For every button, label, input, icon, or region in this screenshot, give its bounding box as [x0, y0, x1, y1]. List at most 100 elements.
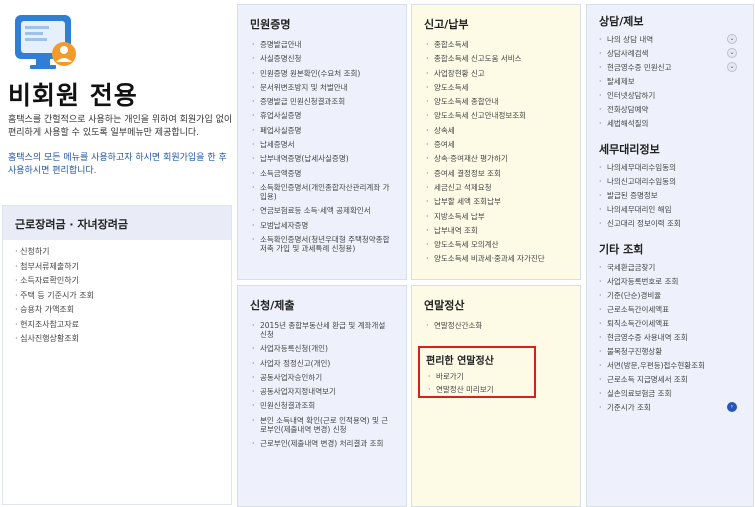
menu-link[interactable]: 사실증명신청 — [252, 54, 394, 63]
menu-link[interactable]: 근로소득 지급명세서 조회 — [599, 375, 743, 384]
signup-note[interactable]: 홈택스의 모든 메뉴를 사용하고자 하시면 회원가입을 한 후 사용하시면 편리… — [8, 152, 233, 178]
menu-link[interactable]: 근로소득간이세액표 — [599, 305, 743, 314]
menu-link[interactable]: 납부내역 조회 — [426, 226, 568, 235]
menu-link[interactable]: 서면(방문,우편등)접수현황조회 — [599, 361, 743, 370]
menu-link[interactable]: 종합소득세 신고도움 서비스 — [426, 54, 568, 63]
menu-link[interactable]: 나의신고대리수임동의 — [599, 177, 743, 186]
menu-link[interactable]: 발급된 증명정보 — [599, 191, 743, 200]
menu-link[interactable]: 연금보험료등 소득·세액 공제확인서 — [252, 206, 394, 215]
menu-link[interactable]: 사업자 정정신고(개인) — [252, 359, 394, 368]
consult-menu: 나의 상담 내역⌄ 상담사례검색⌄ 현금영수증 민원신고⌄ 탈세제보 인터넷상담… — [587, 33, 753, 128]
menu-link[interactable]: 양도소득세 — [426, 83, 568, 92]
tax-report-column: 신고/납부 종합소득세 종합소득세 신고도움 서비스 사업장현황 신고 양도소득… — [411, 4, 581, 280]
menu-link[interactable]: 본인 소득내역 확인(근로 인적용역) 및 근로부인(제출내역 변경) 신청 — [252, 416, 394, 434]
agent-title: 세무대리정보 — [599, 143, 660, 156]
menu-link[interactable]: 퇴직소득간이세액표 — [599, 319, 743, 328]
column-menu: 증명발급안내 사실증명신청 민원증명 원본확인(수요처 조회) 문서위변조방지 … — [238, 38, 406, 253]
convenient-yearend-box: 편리한 연말정산 바로가기 연말정산 미리보기 — [418, 346, 536, 398]
chevron-down-icon[interactable]: ⌄ — [727, 62, 737, 72]
menu-link[interactable]: 양도소득세 신고안내정보조회 — [426, 111, 568, 120]
menu-link[interactable]: 양도소득세 모의계산 — [426, 240, 568, 249]
menu-link[interactable]: 불복청구진행상황 — [599, 347, 743, 356]
earned-income-panel: 근로장려금 · 자녀장려금 신청하기 첨부서류제출하기 소득자료확인하기 주택 … — [2, 205, 232, 505]
column-title: 민원증명 — [250, 18, 291, 31]
menu-link[interactable]: 세법해석질의 — [599, 119, 743, 128]
menu-link[interactable]: 실손의료보험금 조회 — [599, 389, 743, 398]
menu-link[interactable]: 2015년 종합부동산세 환급 및 계좌개설 신청 — [252, 321, 394, 339]
menu-link[interactable]: 증명발급안내 — [252, 40, 394, 49]
menu-link[interactable]: 기준(단순)경비율 — [599, 291, 743, 300]
menu-link[interactable]: 현금영수증 민원신고⌄ — [599, 62, 743, 72]
hometax-logo — [12, 12, 82, 72]
menu-link[interactable]: 상담사례검색⌄ — [599, 48, 743, 58]
menu-link[interactable]: 사업자등록번호로 조회 — [599, 277, 743, 286]
other-menu: 국세환급금찾기 사업자등록번호로 조회 기준(단순)경비율 근로소득간이세액표 … — [587, 261, 753, 412]
shortcut-link[interactable]: 바로가기 — [428, 372, 528, 381]
menu-link[interactable]: 공동사업자승인하기 — [252, 373, 394, 382]
chevron-down-icon[interactable]: ⌄ — [727, 34, 737, 44]
column-menu: 연말정산간소화 — [412, 319, 580, 330]
menu-link[interactable]: 납부내역증명(납세사실증명) — [252, 154, 394, 163]
menu-link[interactable]: 휴업사실증명 — [252, 111, 394, 120]
menu-link[interactable]: 국세환급금찾기 — [599, 263, 743, 272]
box-title: 편리한 연말정산 — [426, 356, 494, 367]
menu-link[interactable]: 소득자료확인하기 — [15, 274, 219, 289]
civil-certificate-column: 민원증명 증명발급안내 사실증명신청 민원증명 원본확인(수요처 조회) 문서위… — [237, 4, 407, 280]
menu-link[interactable]: 나의 상담 내역⌄ — [599, 34, 743, 44]
menu-link[interactable]: 전화상담예약 — [599, 105, 743, 114]
menu-link[interactable]: 주택 등 기준시가 조회 — [15, 289, 219, 304]
menu-link[interactable]: 나의세무대리수임동의 — [599, 163, 743, 172]
menu-link[interactable]: 지방소득세 납부 — [426, 212, 568, 221]
menu-link[interactable]: 납부할 세액 조회납부 — [426, 197, 568, 206]
menu-link[interactable]: 소득금액증명 — [252, 169, 394, 178]
menu-link[interactable]: 증명발급 민원신청결과조회 — [252, 97, 394, 106]
menu-link[interactable]: 탈세제보 — [599, 77, 743, 86]
menu-link[interactable]: 인터넷상담하기 — [599, 91, 743, 100]
menu-link[interactable]: 현지조사참고자료 — [15, 318, 219, 333]
column-title: 신청/제출 — [250, 299, 295, 312]
preview-link[interactable]: 연말정산 미리보기 — [428, 385, 528, 394]
menu-link[interactable]: 연말정산간소화 — [426, 321, 568, 330]
menu-link[interactable]: 상속·증여재산 평가하기 — [426, 154, 568, 163]
menu-link[interactable]: 민원증명 원본확인(수요처 조회) — [252, 69, 394, 78]
column-menu: 2015년 종합부동산세 환급 및 계좌개설 신청 사업자등록신청(개인) 사업… — [238, 319, 406, 448]
menu-link[interactable]: 납세증명서 — [252, 140, 394, 149]
panel-title: 근로장려금 · 자녀장려금 — [3, 206, 231, 240]
panel-menu: 신청하기 첨부서류제출하기 소득자료확인하기 주택 등 기준시가 조회 승용차 … — [3, 240, 231, 352]
menu-link[interactable]: 소득확인증명서(청년우대형 주택청약종합저축 가입 및 과세특례 신청용) — [252, 235, 394, 253]
menu-link[interactable]: 폐업사실증명 — [252, 126, 394, 135]
menu-link[interactable]: 사업자등록신청(개인) — [252, 344, 394, 353]
menu-link[interactable]: 공동사업자지정내역보기 — [252, 387, 394, 396]
menu-link[interactable]: 세금신고 석제요청 — [426, 183, 568, 192]
menu-link[interactable]: 심사진행상황조회 — [15, 332, 219, 347]
agent-menu: 나의세무대리수임동의 나의신고대리수임동의 발급된 증명정보 나의세무대리인 해… — [587, 161, 753, 228]
menu-link[interactable]: 근로부인(제출내역 변경) 처리결과 조회 — [252, 439, 394, 448]
right-column: 상담/제보 나의 상담 내역⌄ 상담사례검색⌄ 현금영수증 민원신고⌄ 탈세제보… — [586, 4, 754, 507]
column-menu: 종합소득세 종합소득세 신고도움 서비스 사업장현황 신고 양도소득세 양도소득… — [412, 38, 580, 263]
menu-link[interactable]: 양도소득세 종합안내 — [426, 97, 568, 106]
menu-link[interactable]: 민원신청결과조회 — [252, 401, 394, 410]
menu-link[interactable]: 기준시가 조회› — [599, 402, 743, 412]
menu-link[interactable]: 문서위변조방지 및 처벌안내 — [252, 83, 394, 92]
application-column: 신청/제출 2015년 종합부동산세 환급 및 계좌개설 신청 사업자등록신청(… — [237, 285, 407, 507]
menu-link[interactable]: 증여세 결정정보 조회 — [426, 169, 568, 178]
menu-link[interactable]: 나의세무대리인 해임 — [599, 205, 743, 214]
menu-link[interactable]: 증여세 — [426, 140, 568, 149]
menu-link[interactable]: 첨부서류제출하기 — [15, 260, 219, 275]
box-menu: 바로가기 연말정산 미리보기 — [420, 370, 534, 394]
menu-link[interactable]: 사업장현황 신고 — [426, 69, 568, 78]
column-title: 연말정산 — [424, 299, 465, 312]
menu-link[interactable]: 신고대리 정보이력 조회 — [599, 219, 743, 228]
chevron-right-icon[interactable]: › — [727, 402, 737, 412]
intro-description: 홈택스를 간헐적으로 사용하는 개인을 위하여 회원가입 없이 편리하게 사용할… — [8, 115, 233, 138]
chevron-down-icon[interactable]: ⌄ — [727, 48, 737, 58]
page-title: 비회원 전용 — [8, 81, 138, 110]
menu-link[interactable]: 종합소득세 — [426, 40, 568, 49]
menu-link[interactable]: 양도소득세 비과세·중과세 자가진단 — [426, 254, 568, 263]
menu-link[interactable]: 승용차 가액조회 — [15, 303, 219, 318]
menu-link[interactable]: 신청하기 — [15, 245, 219, 260]
menu-link[interactable]: 모범납세자증명 — [252, 221, 394, 230]
menu-link[interactable]: 현금영수증 사용내역 조회 — [599, 333, 743, 342]
menu-link[interactable]: 상속세 — [426, 126, 568, 135]
menu-link[interactable]: 소득확인증명서(개인종합자산관리계좌 가입용) — [252, 183, 394, 201]
